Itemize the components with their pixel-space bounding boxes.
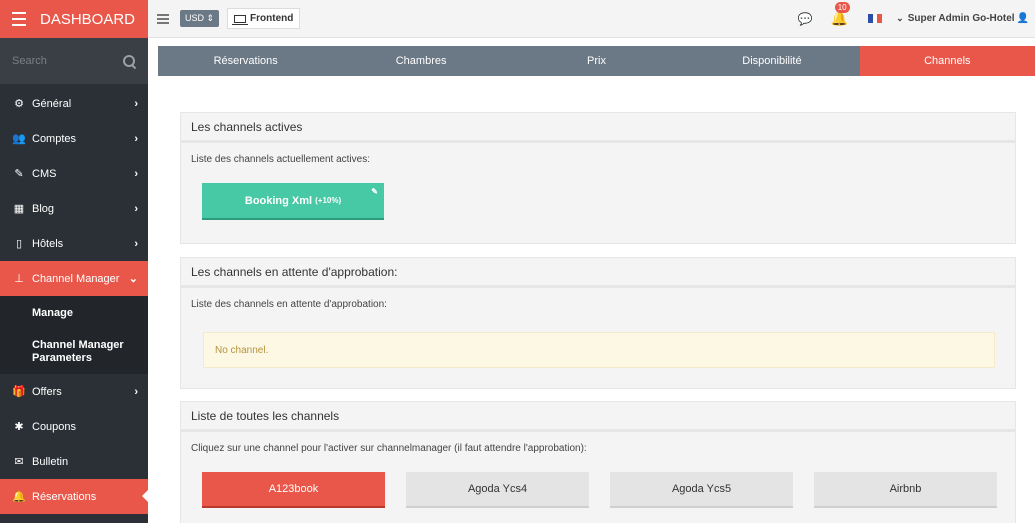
sidebar-item-label: Hôtels	[32, 237, 64, 250]
users-icon: 👥	[12, 133, 26, 145]
laptop-icon	[232, 14, 249, 25]
frontend-label: Frontend	[250, 13, 294, 24]
menu-toggle-icon[interactable]	[157, 13, 169, 24]
tab-chambres[interactable]: Chambres	[333, 46, 508, 76]
notification-badge: 10	[834, 2, 850, 13]
channel-button-booking-xml[interactable]: Booking Xml (+10%) ✎	[202, 183, 384, 220]
sidebar-menu: ⚙ Général › 👥 Comptes › ✎ CMS › ▦ Blog ›…	[0, 86, 148, 514]
sidebar-item-cms[interactable]: ✎ CMS ›	[0, 156, 148, 191]
tab-disponibilite[interactable]: Disponibilité	[684, 46, 859, 76]
panel-title: Liste de toutes les channels	[181, 402, 1015, 432]
tab-reservations[interactable]: Réservations	[158, 46, 333, 76]
sidebar: DASHBOARD ⚙ Général › 👥 Comptes › ✎ CMS …	[0, 0, 148, 523]
sidebar-item-hotels[interactable]: ▯ Hôtels ›	[0, 226, 148, 261]
sidebar-item-label: Réservations	[32, 490, 97, 503]
no-channel-alert: No channel.	[203, 332, 995, 368]
sidebar-item-comptes[interactable]: 👥 Comptes ›	[0, 121, 148, 156]
envelope-icon: ✉	[14, 456, 24, 468]
channel-button-a123book[interactable]: A123book	[202, 472, 385, 508]
sidebar-item-blog[interactable]: ▦ Blog ›	[0, 191, 148, 226]
frontend-button[interactable]: Frontend	[227, 8, 301, 29]
panel-description: Cliquez sur une channel pour l'activer s…	[191, 443, 587, 454]
main-content: Les channels actives Liste des channels …	[180, 112, 1016, 523]
channel-manager-tabs: Réservations Chambres Prix Disponibilité…	[158, 46, 1035, 76]
bell-icon: 🔔	[12, 491, 26, 503]
sidebar-item-label: Général	[32, 97, 72, 110]
dashboard-header[interactable]: DASHBOARD	[0, 0, 148, 38]
search-icon[interactable]	[123, 54, 136, 68]
sidebar-item-label: CMS	[32, 167, 57, 180]
chevron-right-icon: ›	[134, 97, 138, 110]
submenu-item-parameters[interactable]: Channel Manager Parameters	[0, 330, 148, 374]
gift-icon: 🎁	[12, 386, 26, 398]
panel-description: Liste des channels actuellement actives:	[191, 154, 370, 165]
sitemap-icon: ⊥	[14, 273, 24, 285]
sidebar-item-offers[interactable]: 🎁 Offers ›	[0, 374, 148, 409]
chevron-right-icon: ›	[134, 385, 138, 398]
wand-icon: ✎	[14, 168, 24, 180]
channel-manager-submenu: Manage Channel Manager Parameters	[0, 296, 148, 374]
channel-button-agoda-ycs5[interactable]: Agoda Ycs5	[610, 472, 793, 508]
channel-name: Booking Xml	[244, 194, 313, 207]
dashboard-title: DASHBOARD	[40, 10, 136, 28]
sidebar-item-coupons[interactable]: ✱ Coupons	[0, 409, 148, 444]
user-icon: 👤	[1016, 13, 1029, 24]
active-channels-panel: Les channels actives Liste des channels …	[180, 112, 1016, 244]
sliders-icon	[12, 12, 26, 26]
channel-button-agoda-ycs4[interactable]: Agoda Ycs4	[406, 472, 589, 508]
all-channels-panel: Liste de toutes les channels Cliquez sur…	[180, 401, 1016, 523]
sidebar-item-label: Offers	[32, 385, 62, 398]
chevron-right-icon: ›	[134, 202, 138, 215]
tab-prix[interactable]: Prix	[509, 46, 684, 76]
submenu-item-manage[interactable]: Manage	[0, 296, 148, 330]
topbar-right: 💬 🔔 10 ⌄ Super Admin Go-Hotel 👤	[798, 2, 1035, 27]
chevron-down-icon: ⌄	[128, 273, 138, 285]
sidebar-item-label: Comptes	[32, 132, 77, 145]
panel-title: Les channels en attente d'approbation:	[181, 258, 1015, 288]
topbar: USD ⇕ Frontend 💬 🔔 10 ⌄ Super Admin Go-Ho…	[148, 0, 1035, 38]
sidebar-item-channel-manager[interactable]: ⊥ Channel Manager ⌄	[0, 261, 148, 296]
notifications-bell-icon[interactable]: 🔔 10	[831, 2, 850, 27]
sidebar-item-label: Blog	[32, 202, 55, 215]
french-flag-icon[interactable]	[868, 14, 883, 23]
chevron-right-icon: ›	[134, 167, 138, 180]
sidebar-item-reservations[interactable]: 🔔 Réservations	[0, 479, 148, 514]
chevron-right-icon: ›	[134, 237, 138, 250]
user-name: Super Admin Go-Hotel	[907, 13, 1015, 24]
chevron-down-icon: ⌄	[896, 13, 904, 23]
gears-icon: ⚙	[14, 98, 24, 110]
channel-note: (+10%)	[315, 196, 342, 205]
currency-select[interactable]: USD ⇕	[180, 10, 220, 27]
panel-description: Liste des channels en attente d'approbat…	[191, 299, 387, 310]
channel-list: A123book Agoda Ycs4 Agoda Ycs5 Airbnb	[202, 472, 1015, 508]
sidebar-item-label: Coupons	[32, 420, 77, 433]
panel-title: Les channels actives	[181, 113, 1015, 143]
user-menu[interactable]: ⌄ Super Admin Go-Hotel 👤	[890, 13, 1029, 24]
sidebar-item-label: Channel Manager	[32, 272, 120, 285]
chat-icon[interactable]: 💬	[798, 12, 813, 26]
chevron-right-icon: ›	[134, 132, 138, 145]
sidebar-item-label: Bulletin	[32, 455, 69, 468]
asterisk-icon: ✱	[14, 421, 24, 433]
tab-channels[interactable]: Channels	[859, 46, 1035, 76]
search-input[interactable]	[12, 55, 102, 67]
tablet-icon: ▯	[15, 238, 23, 250]
sidebar-search	[0, 38, 148, 84]
edit-icon[interactable]: ✎	[371, 187, 378, 196]
pending-channels-panel: Les channels en attente d'approbation: L…	[180, 257, 1016, 389]
grid-icon: ▦	[13, 203, 25, 215]
sidebar-item-general[interactable]: ⚙ Général ›	[0, 86, 148, 121]
sidebar-item-bulletin[interactable]: ✉ Bulletin	[0, 444, 148, 479]
channel-button-airbnb[interactable]: Airbnb	[814, 472, 997, 508]
